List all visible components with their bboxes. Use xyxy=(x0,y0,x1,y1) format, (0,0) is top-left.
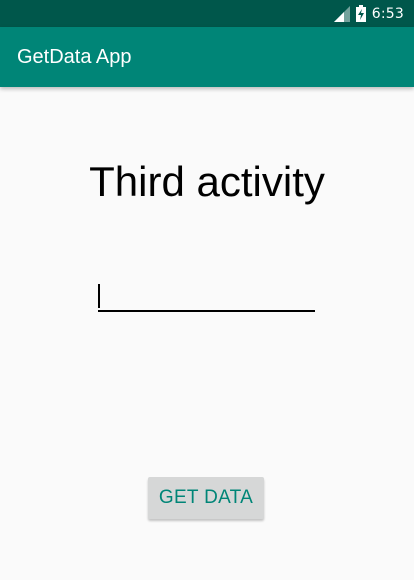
get-data-button[interactable]: GET DATA xyxy=(148,477,264,519)
page-title: Third activity xyxy=(89,158,325,205)
battery-charging-icon xyxy=(355,5,366,22)
text-cursor xyxy=(98,284,100,308)
status-icons: 6:53 xyxy=(333,0,404,27)
data-input-field[interactable] xyxy=(98,280,315,312)
status-bar: 6:53 xyxy=(0,0,414,27)
status-time: 6:53 xyxy=(371,5,404,22)
app-bar: GetData App xyxy=(0,27,414,87)
app-title: GetData App xyxy=(17,46,132,68)
cellular-signal-icon xyxy=(333,5,350,22)
